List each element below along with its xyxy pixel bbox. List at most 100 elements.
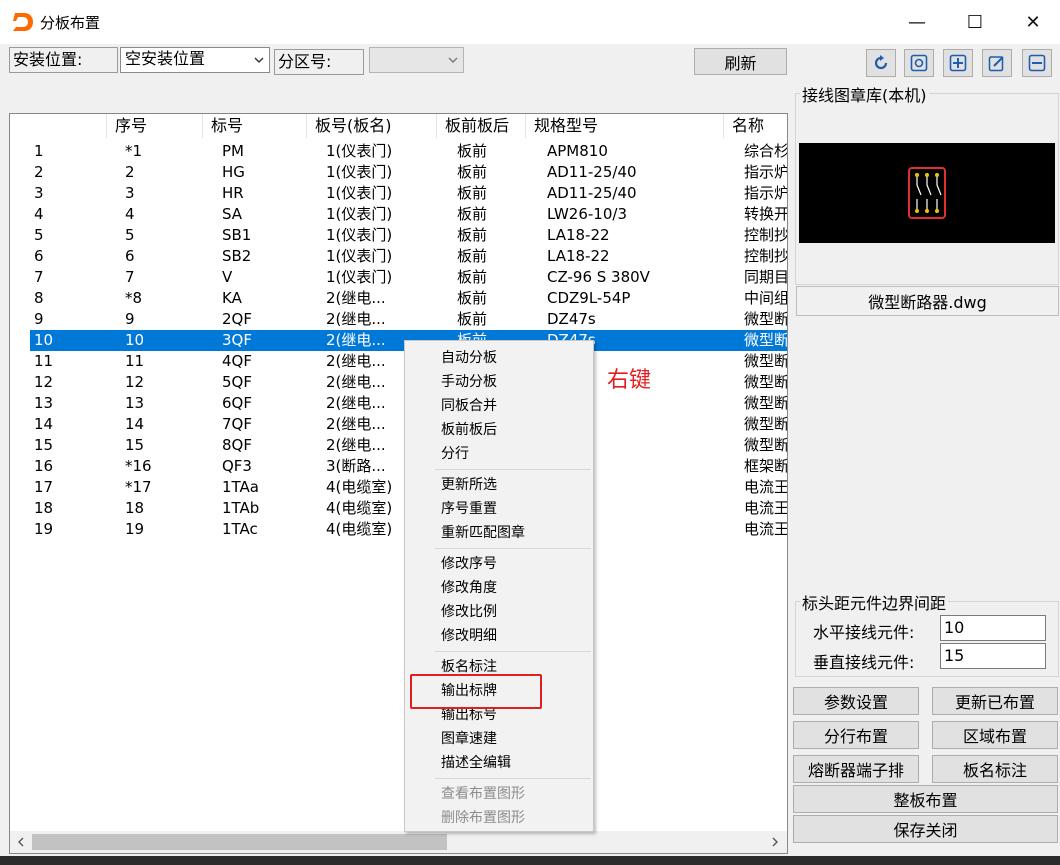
rotate-button[interactable] (866, 49, 896, 77)
header-name[interactable]: 名称 (724, 114, 787, 138)
menu-item-auto-split[interactable]: 自动分板 (441, 347, 497, 369)
row-board: 4(电缆室) (326, 499, 393, 517)
menu-item-edit-scale[interactable]: 修改比例 (441, 601, 497, 623)
update-placed-button[interactable]: 更新已布置 (932, 687, 1058, 715)
zone-layout-button[interactable]: 区域布置 (932, 721, 1058, 749)
horizontal-scrollbar[interactable] (10, 831, 787, 853)
row-index: 5 (34, 226, 44, 244)
row-tag: 4QF (222, 352, 252, 370)
menu-item-rematch-stamp[interactable]: 重新匹配图章 (441, 522, 525, 544)
header-tag[interactable]: 标号 (203, 114, 307, 138)
vertical-input[interactable]: 15 (940, 643, 1046, 669)
scroll-right-icon[interactable] (768, 835, 782, 849)
row-name: 电流王 (744, 499, 788, 517)
menu-separator (435, 778, 591, 779)
scroll-left-icon[interactable] (14, 835, 28, 849)
menu-item-edit-all-desc[interactable]: 描述全编辑 (441, 752, 511, 774)
menu-item-delete-layout: 删除布置图形 (441, 810, 525, 826)
add-button[interactable] (943, 49, 973, 77)
row-board: 1(仪表门) (326, 184, 393, 202)
table-row[interactable]: 9 9 2QF 2(继电... 板前 DZ47s 微型断 (10, 309, 787, 330)
table-row[interactable]: 1 *1 PM 1(仪表门) 板前 APM810 综合杉 (10, 141, 787, 162)
table-row[interactable]: 14 14 7QF 2(继电... 微型断 (10, 414, 787, 435)
row-name: 微型断 (744, 352, 788, 370)
fuse-terminal-button[interactable]: 熔断器端子排 (793, 755, 919, 783)
param-settings-button[interactable]: 参数设置 (793, 687, 919, 715)
table-row[interactable]: 13 13 6QF 2(继电... 微型断 (10, 393, 787, 414)
row-side: 板前 (457, 205, 488, 223)
row-board: 1(仪表门) (326, 205, 393, 223)
row-board: 2(继电... (326, 289, 386, 307)
menu-item-view-layout: 查看布置图形 (441, 786, 525, 802)
row-tag: 1TAb (222, 499, 260, 517)
table-row[interactable]: 2 2 HG 1(仪表门) 板前 AD11-25/40 指示炉 (10, 162, 788, 183)
save-close-button[interactable]: 保存关闭 (793, 815, 1058, 843)
row-index: 7 (34, 268, 44, 286)
table-row[interactable]: 12 12 5QF 2(继电... 微型断 (10, 372, 787, 393)
table-row[interactable]: 7 7 V 1(仪表门) 板前 CZ-96 S 380V 同期目 (10, 267, 787, 288)
row-model: AD11-25/40 (547, 163, 637, 181)
horizontal-input[interactable]: 10 (940, 615, 1046, 641)
menu-item-split-row[interactable]: 分行 (441, 443, 469, 465)
menu-item-update-selected[interactable]: 更新所选 (441, 474, 497, 496)
zone-select[interactable] (369, 47, 464, 73)
zoom-fit-button[interactable] (904, 49, 934, 77)
board-name-label-button[interactable]: 板名标注 (932, 755, 1058, 783)
minimize-button[interactable]: — (888, 0, 946, 44)
scrollbar-thumb[interactable] (32, 834, 447, 850)
row-seq: 19 (125, 520, 145, 538)
menu-separator (435, 548, 591, 549)
menu-item-edit-angle[interactable]: 修改角度 (441, 577, 497, 599)
row-index: 12 (34, 373, 54, 391)
row-name: 中间组 (744, 289, 788, 307)
row-index: 9 (34, 310, 44, 328)
menu-item-manual-split[interactable]: 手动分板 (441, 371, 497, 393)
header-seq[interactable]: 序号 (107, 114, 203, 138)
table-row[interactable]: 15 15 8QF 2(继电... 微型断 (10, 435, 787, 456)
context-menu: 自动分板 手动分板 同板合并 板前板后 分行更新所选 序号重置 重新匹配图章 修改序号 修改角度… (404, 340, 594, 832)
table-row[interactable]: 8 *8 KA 2(继电... 板前 CDZ9L-54P 中间组 (10, 288, 788, 309)
row-index: 17 (34, 478, 54, 496)
table-row[interactable]: 6 6 SB2 1(仪表门) 板前 LA18-22 控制抄 (10, 246, 787, 267)
remove-button[interactable] (1022, 49, 1052, 77)
table-row[interactable]: 3 3 HR 1(仪表门) 板前 AD11-25/40 指示炉 (10, 183, 787, 204)
header-board[interactable]: 板号(板名) (307, 114, 437, 138)
row-index: 13 (34, 394, 54, 412)
header-side[interactable]: 板前板后 (437, 114, 526, 138)
install-location-select[interactable]: 空安装位置 (120, 47, 270, 73)
table-row[interactable]: 11 11 4QF 2(继电... 微型断 (10, 351, 788, 372)
row-board: 4(电缆室) (326, 520, 393, 538)
row-layout-button[interactable]: 分行布置 (793, 721, 919, 749)
install-location-label: 安装位置: (9, 47, 118, 73)
row-seq: *8 (125, 289, 143, 307)
table-row-selected[interactable]: 10103QF2(继电...板前DZ47s微型断 (10, 330, 787, 351)
table-row[interactable]: 19191TAc4(电缆室)66电流王 (10, 519, 787, 540)
table-row[interactable]: 17*171TAa4(电缆室)66电流王 (10, 477, 787, 498)
menu-item-merge-board[interactable]: 同板合并 (441, 395, 497, 417)
refresh-button[interactable]: 刷新 (694, 48, 787, 75)
edit-button[interactable] (982, 49, 1012, 77)
component-list[interactable]: 序号 标号 板号(板名) 板前板后 规格型号 名称 1 *1 PM 1(仪表门) 板前 A… (9, 113, 788, 854)
header-model[interactable]: 规格型号 (526, 114, 724, 138)
install-location-value: 空安装位置 (125, 49, 206, 68)
table-row[interactable]: 5 5 SB1 1(仪表门) 板前 LA18-22 控制抄 (10, 225, 787, 246)
menu-item-quick-stamp[interactable]: 图章速建 (441, 728, 497, 750)
row-tag: QF3 (222, 457, 252, 475)
whole-board-layout-button[interactable]: 整板布置 (793, 785, 1058, 813)
menu-item-edit-detail[interactable]: 修改明细 (441, 625, 497, 647)
menu-item-front-back[interactable]: 板前板后 (441, 419, 497, 441)
menu-item-reset-seq[interactable]: 序号重置 (441, 498, 497, 520)
row-board: 2(继电... (326, 310, 386, 328)
row-model: LW26-10/3 (547, 205, 627, 223)
row-tag: 5QF (222, 373, 252, 391)
dwg-file-button[interactable]: 微型断路器.dwg (796, 286, 1059, 316)
table-row[interactable]: 4 4 SA 1(仪表门) 板前 LW26-10/3 转换开 (10, 204, 787, 225)
row-tag: PM (222, 142, 244, 160)
table-row[interactable]: 16 *16 QF3 3(断路... 框架断 (10, 456, 787, 477)
row-name: 指示炉 (744, 163, 788, 181)
maximize-button[interactable]: ☐ (946, 0, 1004, 44)
menu-item-edit-seq[interactable]: 修改序号 (441, 553, 497, 575)
close-button[interactable]: ✕ (1004, 0, 1060, 44)
row-index: 6 (34, 247, 44, 265)
table-row[interactable]: 18181TAb4(电缆室)66电流王 (10, 498, 788, 519)
